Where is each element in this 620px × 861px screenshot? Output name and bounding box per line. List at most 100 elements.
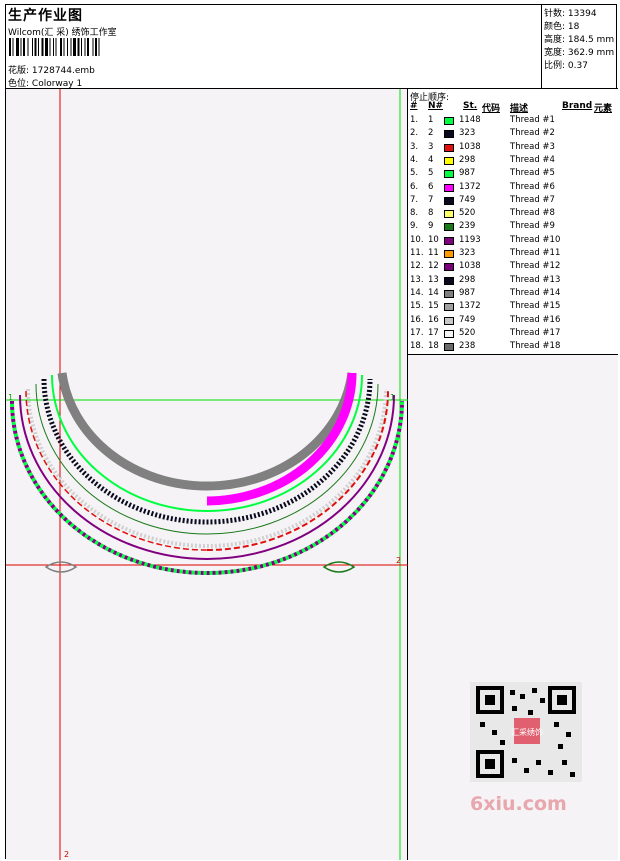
row-number: 17 — [428, 327, 439, 338]
row-thread: Thread #9 — [510, 221, 555, 232]
row-stitches: 749 — [459, 314, 476, 325]
table-row: 11. 11 323 Thread #11 — [408, 248, 618, 261]
row-stitches: 1148 — [459, 115, 481, 125]
col-elem: 元素 — [594, 104, 613, 114]
row-stitches: 987 — [459, 168, 476, 179]
row-stitches: 520 — [459, 208, 476, 219]
table-row: 17. 17 520 Thread #17 — [408, 328, 618, 341]
table-row: 16. 16 749 Thread #16 — [408, 315, 618, 328]
marker-bottom: 2 — [64, 850, 69, 859]
table-row: 1. 1 1148 Thread #1 — [408, 115, 618, 128]
table-row: 4. 4 298 Thread #4 — [408, 155, 618, 168]
barcode-bar — [87, 38, 89, 56]
barcode-bar — [73, 38, 76, 56]
thread-color-swatch — [444, 196, 454, 205]
table-row: 12. 12 1038 Thread #12 — [408, 261, 618, 274]
row-index: 17. — [410, 327, 424, 338]
spec-colors: 颜色: 18 — [544, 22, 580, 32]
row-index: 6. — [410, 181, 419, 192]
row-stitches: 1372 — [459, 301, 481, 312]
stop-sequence-table: 停止顺序: # N# St. 代码 描述 Brand 元素 1. 1 1148 Thr… — [408, 89, 618, 355]
barcode-bar — [27, 38, 29, 56]
barcode-bar — [23, 38, 25, 56]
row-index: 2. — [410, 128, 419, 139]
barcode-bar — [84, 38, 86, 56]
spec-height: 高度: 184.5 mm — [544, 35, 615, 45]
thread-color-swatch — [444, 143, 454, 152]
row-stitches: 323 — [459, 128, 476, 139]
row-number: 3 — [428, 141, 434, 152]
col-brand: Brand — [562, 101, 593, 111]
thread-color-swatch — [444, 117, 454, 125]
row-stitches: 298 — [459, 154, 476, 165]
qr-panel: 汇采绣饰 6xiu.com — [408, 355, 618, 860]
qr-code-icon: 汇采绣饰 — [476, 686, 576, 778]
row-index: 4. — [410, 154, 419, 165]
barcode-bar — [95, 38, 97, 56]
row-thread: Thread #5 — [510, 168, 555, 179]
row-index: 11. — [410, 248, 424, 258]
watermark-text: 6xiu.com — [470, 793, 567, 815]
row-index: 14. — [410, 287, 424, 298]
header-info: 生产作业图 Wilcom(汇 采) 绣饰工作室 花版: 1728744.emb … — [6, 5, 542, 89]
row-thread: Thread #6 — [510, 181, 555, 192]
thread-color-swatch — [444, 276, 454, 285]
thread-color-swatch — [444, 183, 454, 192]
col-idx: # — [410, 101, 418, 111]
row-number: 10 — [428, 234, 439, 245]
table-row: 5. 5 987 Thread #5 — [408, 168, 618, 181]
row-index: 13. — [410, 274, 424, 285]
motif-right — [322, 561, 356, 573]
col-desc: 描述 — [510, 104, 529, 114]
table-row: 2. 2 323 Thread #2 — [408, 128, 618, 141]
table-row: 9. 9 239 Thread #9 — [408, 221, 618, 234]
table-row: 6. 6 1372 Thread #6 — [408, 182, 618, 195]
barcode-bar — [34, 38, 37, 56]
row-thread: Thread #4 — [510, 154, 555, 165]
row-thread: Thread #8 — [510, 208, 555, 219]
row-thread: Thread #16 — [510, 314, 561, 325]
row-thread: Thread #2 — [510, 128, 555, 139]
design-file: 花版: 1728744.emb — [8, 63, 95, 76]
thread-color-swatch — [444, 236, 454, 245]
row-thread: Thread #7 — [510, 194, 555, 205]
table-row: 13. 13 298 Thread #13 — [408, 275, 618, 288]
arc-red-left — [25, 390, 208, 551]
barcode-bar — [55, 38, 57, 56]
company-name: Wilcom(汇 采) 绣饰工作室 — [8, 28, 117, 38]
barcode-bar — [81, 38, 82, 56]
row-number: 14 — [428, 287, 439, 298]
barcode-bar — [98, 38, 100, 56]
barcode-bar — [49, 38, 51, 56]
row-index: 3. — [410, 141, 419, 152]
barcode-bar — [63, 38, 65, 56]
row-thread: Thread #15 — [510, 301, 561, 312]
design-value: 1728744.emb — [31, 66, 95, 76]
thread-color-swatch — [444, 170, 454, 179]
barcode-bar — [77, 38, 80, 56]
design-label: 花版: — [8, 66, 30, 76]
row-stitches: 1372 — [459, 181, 481, 192]
table-row: 18. 18 238 Thread #18 — [408, 341, 618, 354]
row-stitches: 987 — [459, 287, 476, 298]
row-number: 15 — [428, 301, 439, 312]
barcode-bar — [12, 38, 14, 56]
row-index: 7. — [410, 194, 419, 205]
thread-color-swatch — [444, 250, 454, 258]
row-thread: Thread #17 — [510, 327, 561, 338]
row-number: 9 — [428, 221, 434, 232]
row-index: 1. — [410, 115, 419, 125]
row-number: 11 — [428, 248, 439, 258]
table-row: 8. 8 520 Thread #8 — [408, 208, 618, 221]
thread-color-swatch — [444, 303, 454, 312]
row-stitches: 1038 — [459, 261, 481, 272]
collar-design — [10, 372, 404, 575]
barcode-bar — [67, 38, 68, 56]
row-number: 12 — [428, 261, 439, 272]
spec-scale: 比例: 0.37 — [544, 61, 588, 71]
row-stitches: 238 — [459, 341, 476, 352]
table-row: 7. 7 749 Thread #7 — [408, 195, 618, 208]
qr-code: 汇采绣饰 — [470, 682, 582, 782]
row-stitches: 323 — [459, 248, 476, 258]
colorway-label: 色位: — [8, 79, 30, 89]
